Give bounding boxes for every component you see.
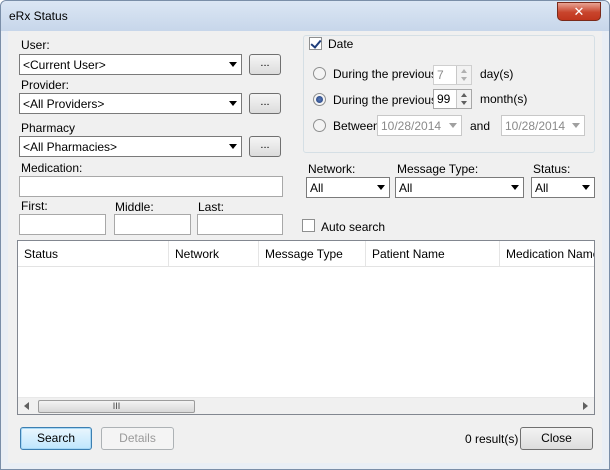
spin-down-icon [461, 101, 467, 105]
chevron-down-icon [582, 185, 590, 190]
provider-browse-button[interactable]: ... [249, 93, 281, 114]
date-checkbox[interactable] [309, 37, 322, 50]
spinner-buttons[interactable] [456, 90, 471, 108]
user-browse-button[interactable]: ... [249, 54, 281, 75]
grid-header: Status Network Message Type Patient Name… [18, 241, 594, 267]
scroll-left-icon[interactable] [24, 402, 29, 410]
scroll-right-icon[interactable] [583, 402, 588, 410]
dialog-body: User: <Current User> ... Provider: <All … [8, 31, 602, 463]
window-close-button[interactable]: ✕ [557, 2, 601, 21]
network-select[interactable]: All [306, 177, 390, 198]
chevron-down-icon [229, 144, 237, 149]
title-bar[interactable]: eRx Status ✕ [1, 1, 609, 31]
previous-months-label: During the previous [333, 93, 438, 107]
spin-down-icon [461, 77, 467, 81]
provider-label: Provider: [21, 78, 70, 92]
pharmacy-select[interactable]: <All Pharmacies> [19, 136, 242, 157]
horizontal-scrollbar[interactable]: III [18, 397, 594, 414]
column-header-status[interactable]: Status [18, 241, 169, 266]
column-header-medication-name[interactable]: Medication Name [500, 241, 594, 266]
chevron-down-icon [511, 185, 519, 190]
user-label: User: [21, 38, 50, 52]
column-header-network[interactable]: Network [169, 241, 259, 266]
between-from-value: 10/28/2014 [381, 119, 442, 133]
date-label: Date [328, 37, 354, 51]
results-grid[interactable]: Status Network Message Type Patient Name… [17, 240, 595, 415]
pharmacy-select-value: <All Pharmacies> [23, 140, 118, 154]
chevron-down-icon [572, 123, 580, 128]
previous-months-spinner[interactable]: 99 [433, 89, 472, 109]
details-button[interactable]: Details [101, 427, 174, 450]
chevron-down-icon [377, 185, 385, 190]
first-name-label: First: [21, 199, 48, 213]
search-button[interactable]: Search [20, 427, 92, 450]
last-name-input[interactable] [197, 214, 283, 235]
previous-months-value: 99 [437, 92, 451, 106]
between-to-value: 10/28/2014 [505, 119, 566, 133]
last-name-label: Last: [198, 200, 225, 214]
between-from-date[interactable]: 10/28/2014 [377, 115, 462, 136]
status-select[interactable]: All [531, 177, 595, 198]
provider-select-value: <All Providers> [23, 97, 105, 111]
close-button[interactable]: Close [520, 427, 593, 450]
user-select-value: <Current User> [23, 58, 106, 72]
column-header-message-type[interactable]: Message Type [259, 241, 366, 266]
between-to-date[interactable]: 10/28/2014 [501, 115, 585, 136]
middle-name-input[interactable] [114, 214, 191, 235]
user-select[interactable]: <Current User> [19, 54, 242, 75]
network-select-value: All [310, 181, 324, 195]
previous-days-spinner[interactable]: 7 [433, 65, 472, 85]
pharmacy-label: Pharmacy [21, 121, 76, 135]
middle-name-label: Middle: [115, 200, 154, 214]
previous-days-label: During the previous [333, 67, 438, 81]
medication-input[interactable] [19, 176, 283, 197]
chevron-down-icon [229, 62, 237, 67]
window-title: eRx Status [9, 9, 68, 23]
status-select-value: All [535, 181, 549, 195]
months-unit-label: month(s) [480, 92, 528, 106]
result-count: 0 result(s) [465, 432, 519, 446]
close-icon: ✕ [573, 4, 585, 19]
chevron-down-icon [449, 123, 457, 128]
spin-up-icon [461, 69, 467, 73]
scroll-thumb[interactable]: III [38, 400, 195, 413]
radio-between[interactable] [313, 119, 326, 132]
chevron-down-icon [229, 101, 237, 106]
auto-search-checkbox[interactable] [302, 219, 315, 232]
days-unit-label: day(s) [480, 67, 514, 81]
between-label: Between [333, 119, 380, 133]
erx-status-window: eRx Status ✕ User: <Current User> ... Pr… [0, 0, 610, 470]
network-label: Network: [308, 162, 356, 176]
message-type-select[interactable]: All [395, 177, 524, 198]
auto-search-label: Auto search [321, 220, 386, 234]
previous-days-value: 7 [437, 68, 444, 82]
column-header-patient-name[interactable]: Patient Name [366, 241, 500, 266]
spinner-buttons[interactable] [456, 66, 471, 84]
pharmacy-browse-button[interactable]: ... [249, 136, 281, 157]
first-name-input[interactable] [19, 214, 106, 235]
radio-previous-months[interactable] [313, 93, 326, 106]
message-type-select-value: All [399, 181, 413, 195]
spin-up-icon [461, 93, 467, 97]
provider-select[interactable]: <All Providers> [19, 93, 242, 114]
between-and-label: and [470, 119, 491, 133]
medication-label: Medication: [21, 161, 83, 175]
status-label: Status: [533, 162, 571, 176]
radio-previous-days[interactable] [313, 67, 326, 80]
message-type-label: Message Type: [397, 162, 479, 176]
